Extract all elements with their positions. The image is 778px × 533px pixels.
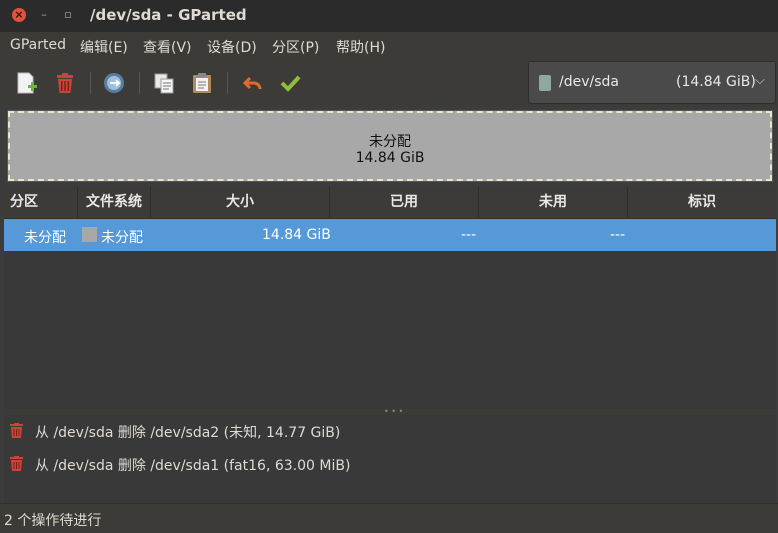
device-selector[interactable]: /dev/sda (14.84 GiB) ⌵ bbox=[528, 61, 776, 104]
resize-move-icon[interactable] bbox=[101, 70, 127, 96]
table-row[interactable]: 未分配 未分配 14.84 GiB --- --- bbox=[4, 219, 776, 251]
cell-size: 14.84 GiB bbox=[262, 227, 331, 243]
minimize-window-button[interactable]: – bbox=[37, 8, 51, 22]
menu-partition[interactable]: 分区(P) bbox=[272, 37, 319, 57]
menu-view[interactable]: 查看(V) bbox=[143, 37, 192, 57]
menu-bar: GParted 编辑(E) 查看(V) 设备(D) 分区(P) 帮助(H) bbox=[0, 32, 778, 60]
copy-icon[interactable] bbox=[151, 70, 177, 96]
column-header-size[interactable]: 大小 bbox=[151, 187, 330, 218]
column-header-filesystem[interactable]: 文件系统 bbox=[78, 187, 151, 218]
column-header-used[interactable]: 已用 bbox=[330, 187, 479, 218]
list-item[interactable]: 从 /dev/sda 删除 /dev/sda1 (fat16, 63.00 Mi… bbox=[8, 453, 768, 479]
disk-map-unallocated[interactable]: 未分配 14.84 GiB bbox=[7, 110, 773, 182]
delete-partition-icon[interactable] bbox=[52, 70, 78, 96]
cell-used: --- bbox=[461, 227, 477, 243]
menu-help[interactable]: 帮助(H) bbox=[336, 37, 385, 57]
device-name: /dev/sda bbox=[559, 74, 619, 90]
device-size: (14.84 GiB) bbox=[676, 74, 756, 90]
cell-partition: 未分配 bbox=[24, 230, 66, 246]
operation-text: 从 /dev/sda 删除 /dev/sda2 (未知, 14.77 GiB) bbox=[35, 425, 341, 441]
undo-icon[interactable] bbox=[240, 70, 266, 96]
list-item[interactable]: 从 /dev/sda 删除 /dev/sda2 (未知, 14.77 GiB) bbox=[8, 420, 768, 446]
column-header-flags[interactable]: 标识 bbox=[628, 187, 776, 218]
status-text: 2 个操作待进行 bbox=[4, 513, 102, 529]
trash-icon bbox=[10, 423, 23, 438]
column-header-partition[interactable]: 分区 bbox=[4, 187, 78, 218]
maximize-window-button[interactable]: ▫ bbox=[61, 8, 75, 22]
cell-filesystem: 未分配 bbox=[101, 230, 143, 246]
toolbar-separator bbox=[90, 72, 91, 94]
operation-text: 从 /dev/sda 删除 /dev/sda1 (fat16, 63.00 Mi… bbox=[35, 458, 351, 474]
toolbar-separator bbox=[227, 72, 228, 94]
menu-device[interactable]: 设备(D) bbox=[207, 37, 257, 57]
new-partition-icon[interactable] bbox=[14, 70, 40, 96]
partition-table: 分区 文件系统 大小 已用 未用 标识 未分配 未分配 14.84 GiB --… bbox=[4, 187, 776, 409]
disk-map-label: 未分配 bbox=[369, 134, 411, 150]
menu-edit[interactable]: 编辑(E) bbox=[80, 37, 128, 57]
cell-unused: --- bbox=[610, 227, 626, 243]
trash-icon bbox=[10, 456, 23, 471]
apply-icon[interactable] bbox=[277, 70, 303, 96]
chevron-down-icon: ⌵ bbox=[755, 73, 765, 88]
window-title: /dev/sda - GParted bbox=[90, 6, 247, 24]
pending-operations-list: 从 /dev/sda 删除 /dev/sda2 (未知, 14.77 GiB) … bbox=[4, 415, 776, 503]
close-window-button[interactable]: × bbox=[12, 8, 26, 22]
toolbar-separator bbox=[139, 72, 140, 94]
menu-gparted[interactable]: GParted bbox=[10, 37, 66, 53]
title-bar: × – ▫ /dev/sda - GParted bbox=[0, 0, 778, 32]
paste-icon[interactable] bbox=[189, 70, 215, 96]
status-bar: 2 个操作待进行 bbox=[0, 503, 778, 533]
column-header-unused[interactable]: 未用 bbox=[479, 187, 628, 218]
filesystem-color-swatch bbox=[82, 227, 97, 242]
disk-icon bbox=[539, 75, 551, 91]
disk-map-size: 14.84 GiB bbox=[355, 150, 425, 166]
table-header: 分区 文件系统 大小 已用 未用 标识 bbox=[4, 187, 776, 219]
